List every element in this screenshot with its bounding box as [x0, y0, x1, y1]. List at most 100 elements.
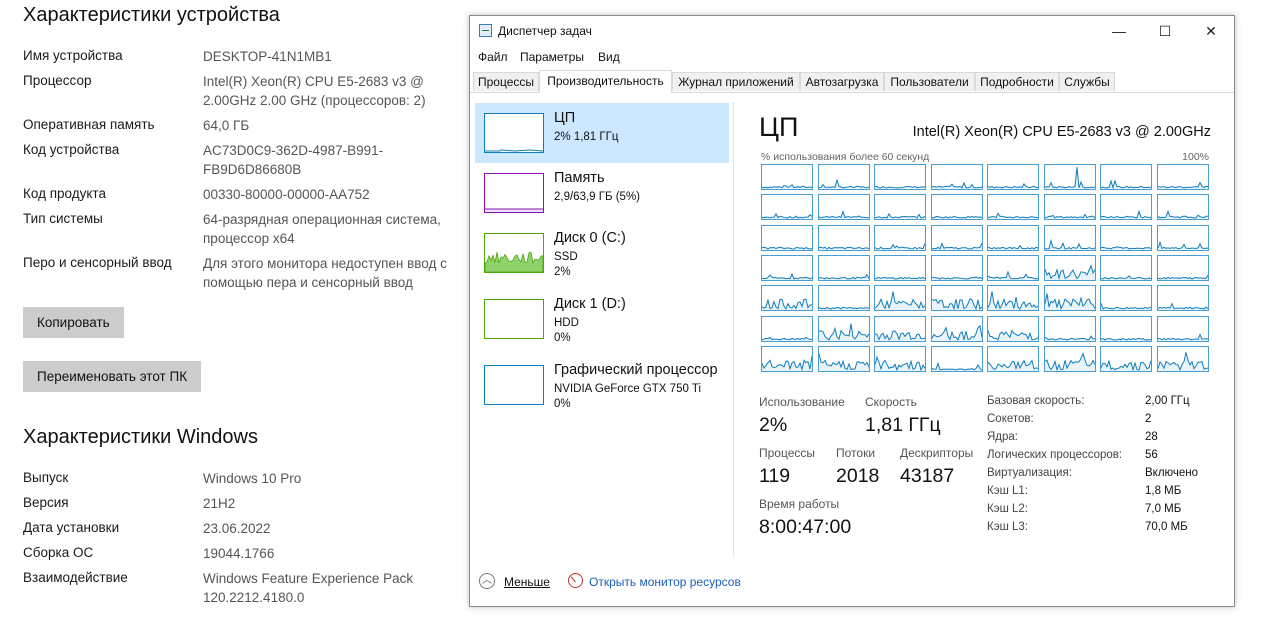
uptime-value: 8:00:47:00	[759, 516, 852, 538]
logical-processor-graph	[874, 345, 926, 372]
logical-processor-graph	[817, 224, 870, 251]
logical-processor-graph	[874, 224, 926, 251]
os-build-value: 19044.1766	[203, 546, 275, 561]
logical-processor-graph	[761, 254, 813, 281]
maximize-button[interactable]: ☐	[1142, 16, 1188, 46]
logical-processor-graph	[987, 164, 1039, 190]
graph-caption: % использования более 60 секунд	[761, 151, 930, 163]
processes-value: 119	[759, 465, 791, 487]
edition-label: Выпуск	[23, 470, 69, 485]
logical-processor-graph	[817, 194, 870, 221]
logical-processor-graph	[761, 345, 813, 372]
minimize-button[interactable]: —	[1096, 16, 1142, 46]
product-id-value: 00330-80000-00000-AA752	[203, 187, 370, 202]
logical-processor-graph	[874, 164, 926, 190]
resource-monitor-icon[interactable]	[568, 573, 583, 588]
logical-processor-graph	[1043, 164, 1096, 190]
tab-users[interactable]: Пользователи	[884, 72, 975, 91]
rename-pc-button[interactable]: Переименовать этот ПК	[23, 361, 202, 392]
logical-processor-graph	[930, 254, 983, 281]
logical-processor-graph	[1100, 194, 1152, 221]
logical-processor-graph	[1156, 315, 1209, 342]
copy-button[interactable]: Копировать	[23, 307, 124, 338]
base-speed-label: Базовая скорость:	[987, 395, 1085, 407]
install-date-label: Дата установки	[23, 520, 120, 535]
logical-processor-graph	[930, 194, 983, 221]
menu-options[interactable]: Параметры	[520, 50, 584, 64]
l2-cache-label: Кэш L2:	[987, 503, 1028, 515]
device-id-label: Код устройства	[23, 142, 120, 157]
logical-processor-graph	[1100, 164, 1152, 190]
resource-cpu[interactable]: ЦП 2% 1,81 ГГц	[475, 103, 729, 163]
logical-processor-graph	[817, 345, 870, 372]
close-button[interactable]: ✕	[1188, 16, 1234, 46]
product-id-label: Код продукта	[23, 186, 106, 201]
logical-processor-graph	[761, 285, 813, 312]
version-label: Версия	[23, 495, 69, 510]
sockets-label: Сокетов:	[987, 413, 1034, 425]
task-manager-icon	[479, 24, 492, 37]
gpu-thumbnail	[484, 365, 544, 405]
ram-label: Оперативная память	[23, 117, 155, 132]
cpu-model-name: Intel(R) Xeon(R) CPU E5-2683 v3 @ 2.00GH…	[912, 124, 1211, 140]
resource-memory[interactable]: Память 2,9/63,9 ГБ (5%)	[475, 163, 729, 223]
device-id-value: AC73D0C9-362D-4987-B991- FB9D6D86680B	[203, 143, 384, 177]
logical-processor-graph	[874, 285, 926, 312]
resource-memory-name: Память	[554, 170, 605, 186]
logical-processor-graph	[930, 285, 983, 312]
device-name-label: Имя устройства	[23, 48, 123, 63]
resource-disk0-name: Диск 0 (C:)	[554, 230, 626, 246]
logical-processor-graph	[987, 285, 1039, 312]
resource-disk1[interactable]: Диск 1 (D:) HDD 0%	[475, 289, 729, 349]
tab-processes[interactable]: Процессы	[473, 72, 539, 91]
disk0-thumbnail	[484, 233, 544, 273]
logical-processor-graph	[987, 224, 1039, 251]
menu-view[interactable]: Вид	[598, 50, 620, 64]
version-value: 21H2	[203, 496, 236, 511]
l3-cache-value: 70,0 МБ	[1145, 521, 1188, 533]
install-date-value: 23.06.2022	[203, 521, 271, 536]
tab-services[interactable]: Службы	[1059, 72, 1115, 91]
logical-processor-graph	[1100, 315, 1152, 342]
title-bar[interactable]: Диспетчер задач — ☐ ✕	[470, 16, 1234, 46]
menu-file[interactable]: Файл	[478, 50, 508, 64]
resource-gpu[interactable]: Графический процессор NVIDIA GeForce GTX…	[475, 355, 729, 415]
l1-cache-label: Кэш L1:	[987, 485, 1028, 497]
resource-cpu-name: ЦП	[554, 110, 576, 126]
logical-processors-value: 56	[1145, 449, 1158, 461]
processor-value: Intel(R) Xeon(R) CPU E5-2683 v3 @ 2.00GH…	[203, 74, 426, 108]
tab-details[interactable]: Подробности	[975, 72, 1059, 91]
resource-disk0-usage: 2%	[554, 266, 571, 278]
logical-processor-graph	[1156, 224, 1209, 251]
tab-app-history[interactable]: Журнал приложений	[672, 72, 800, 91]
graph-max-label: 100%	[1182, 151, 1209, 163]
sockets-value: 2	[1145, 413, 1152, 425]
resource-gpu-model: NVIDIA GeForce GTX 750 Ti	[554, 383, 701, 395]
logical-processor-graph	[817, 285, 870, 312]
threads-label: Потоки	[836, 446, 876, 460]
resource-gpu-name: Графический процессор	[554, 362, 718, 378]
resource-disk1-name: Диск 1 (D:)	[554, 296, 626, 312]
logical-processor-graph	[987, 194, 1039, 221]
base-speed-value: 2,00 ГГц	[1145, 395, 1190, 407]
logical-processor-graph	[987, 254, 1039, 281]
device-name-value: DESKTOP-41N1MB1	[203, 49, 332, 64]
logical-processor-graph	[874, 194, 926, 221]
window-title: Диспетчер задач	[498, 24, 592, 38]
resource-disk0[interactable]: Диск 0 (C:) SSD 2%	[475, 223, 729, 283]
ram-value: 64,0 ГБ	[203, 118, 250, 133]
open-resource-monitor-link[interactable]: Открыть монитор ресурсов	[589, 575, 741, 589]
logical-processor-graph	[1156, 285, 1209, 312]
pen-touch-label: Перо и сенсорный ввод	[23, 255, 172, 270]
resource-disk1-usage: 0%	[554, 332, 571, 344]
logical-processor-graph	[1043, 194, 1096, 221]
tab-performance[interactable]: Производительность	[539, 70, 672, 93]
os-build-label: Сборка ОС	[23, 545, 94, 560]
experience-value: Windows Feature Experience Pack 120.2212…	[203, 571, 414, 605]
tab-startup[interactable]: Автозагрузка	[800, 72, 884, 91]
virtualization-value: Включено	[1145, 467, 1199, 479]
chevron-up-icon[interactable]: ︿	[479, 573, 495, 589]
fewer-details-link[interactable]: Меньше	[504, 575, 550, 589]
utilization-label: Использование	[759, 395, 845, 409]
resource-disk0-type: SSD	[554, 251, 578, 263]
